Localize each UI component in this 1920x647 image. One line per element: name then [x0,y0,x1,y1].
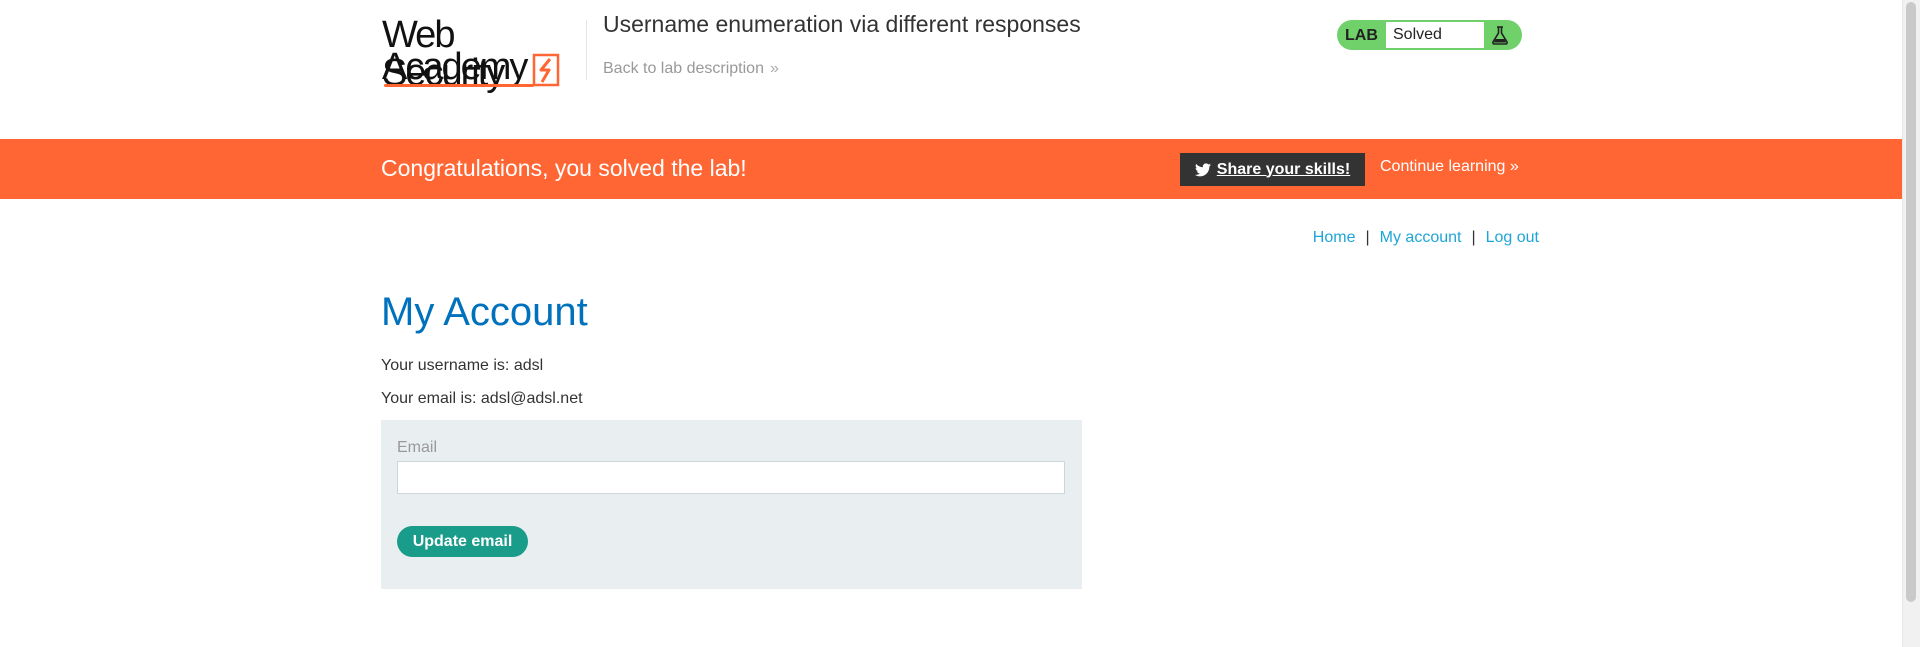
share-skills-button[interactable]: Share your skills! [1180,153,1365,186]
change-email-form: Email Update email [381,420,1082,589]
nav-home-link[interactable]: Home [1313,229,1356,246]
share-skills-label: Share your skills! [1216,160,1351,178]
continue-learning-link[interactable]: Continue learning » [1380,158,1519,176]
page-title: My Account [381,290,588,334]
nav-my-account-link[interactable]: My account [1380,229,1462,246]
username-info: Your username is: adsl [381,357,544,374]
update-email-button[interactable]: Update email [397,526,528,557]
double-chevron-right-icon: » [769,60,779,77]
double-chevron-right-icon: » [1505,158,1519,175]
congratulations-message: Congratulations, you solved the lab! [381,155,747,181]
lab-status-badge: LAB Solved [1337,20,1522,50]
continue-learning-label: Continue learning [1380,158,1506,175]
solved-banner: Congratulations, you solved the lab! Sha… [0,139,1903,199]
scrollbar-thumb[interactable] [1906,2,1916,602]
header-divider [586,20,587,80]
email-input[interactable] [397,461,1065,494]
lab-badge-tag: LAB [1345,27,1378,44]
email-info: Your email is: adsl@adsl.net [381,390,583,407]
logo-line-2: Academy [382,46,528,88]
web-security-academy-logo[interactable]: Web Security Academy [382,14,582,92]
account-nav: Home | My account | Log out [1313,229,1539,247]
back-link-label: Back to lab description [603,60,764,77]
nav-log-out-link[interactable]: Log out [1486,229,1539,246]
lab-header: Web Security Academy Username enumeratio… [0,0,1903,139]
email-field-label: Email [397,439,438,456]
logo-underline [384,84,534,87]
lab-title: Username enumeration via different respo… [603,11,1081,37]
vertical-scrollbar[interactable] [1902,0,1920,647]
nav-separator: | [1365,229,1370,246]
flask-icon [1492,26,1508,45]
lab-status-text: Solved [1386,22,1484,48]
nav-separator: | [1471,229,1476,246]
back-to-lab-description-link[interactable]: Back to lab description » [603,60,779,78]
twitter-icon [1194,162,1211,176]
lightning-bolt-icon [532,53,560,87]
page: Web Security Academy Username enumeratio… [0,0,1920,647]
